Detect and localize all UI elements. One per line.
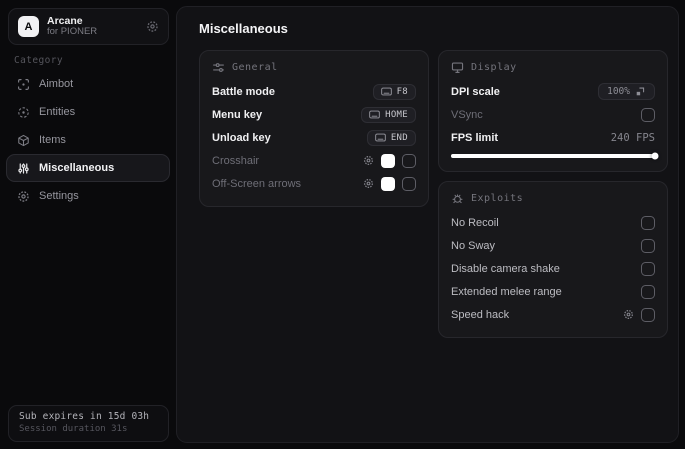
display-card-title: Display xyxy=(471,62,517,73)
items-icon xyxy=(17,134,30,147)
exploit-row: No Recoil xyxy=(451,211,655,234)
row-settings-gear-icon[interactable] xyxy=(363,155,374,166)
sliders-icon xyxy=(212,61,225,74)
exploit-row: No Sway xyxy=(451,234,655,257)
sidebar-item-label: Entities xyxy=(39,106,76,118)
setting-row: Battle mode F8 xyxy=(212,80,416,103)
sidebar-item-settings[interactable]: Settings xyxy=(6,182,170,210)
sub-expiry-text: Sub expires in 15d 03h xyxy=(19,411,150,422)
slider-knob[interactable] xyxy=(651,152,659,160)
sidebar-item-miscellaneous[interactable]: Miscellaneous xyxy=(6,154,170,182)
sidebar-item-items[interactable]: Items xyxy=(6,126,170,154)
exploit-checkbox[interactable] xyxy=(641,307,655,322)
sidebar-item-entities[interactable]: Entities xyxy=(6,98,170,126)
vsync-row: VSync xyxy=(451,103,655,126)
general-card: General Battle mode F8 Menu key HOME Unload … xyxy=(199,50,429,207)
scale-icon xyxy=(635,86,646,97)
sidebar-nav: Aimbot Entities Items Miscellaneous Settings xyxy=(6,70,170,210)
setting-checkbox[interactable] xyxy=(402,153,416,168)
dpi-scale-label: DPI scale xyxy=(451,85,500,98)
fps-limit-value: 240 FPS xyxy=(610,131,655,144)
keybind-value: END xyxy=(390,132,408,143)
fps-limit-slider[interactable] xyxy=(451,152,659,160)
color-swatch[interactable] xyxy=(381,153,395,168)
sidebar-item-label: Items xyxy=(39,134,66,146)
entities-icon xyxy=(17,106,30,119)
exploit-label: Extended melee range xyxy=(451,285,562,298)
app-window: A Arcane for PIONER Category Aimbot Entit… xyxy=(0,0,685,449)
setting-checkbox[interactable] xyxy=(402,176,416,191)
sidebar-item-aimbot[interactable]: Aimbot xyxy=(6,70,170,98)
keyboard-icon xyxy=(375,133,386,142)
sidebar-item-label: Settings xyxy=(39,190,79,202)
setting-label: Unload key xyxy=(212,131,271,144)
sidebar-item-label: Aimbot xyxy=(39,78,74,90)
exploit-checkbox[interactable] xyxy=(641,238,655,253)
setting-label: Off-Screen arrows xyxy=(212,177,302,190)
setting-row: Crosshair xyxy=(212,149,416,172)
exploits-card: Exploits No Recoil No Sway Disable camera … xyxy=(438,181,668,338)
sidebar: A Arcane for PIONER Category Aimbot Entit… xyxy=(0,0,176,449)
slider-fill xyxy=(451,154,655,158)
main-panel: Miscellaneous General Battle mode F8 Menu … xyxy=(176,6,679,443)
keybind-badge[interactable]: HOME xyxy=(361,106,416,123)
dpi-scale-row: DPI scale 100% xyxy=(451,80,655,103)
misc-icon xyxy=(17,162,30,175)
session-duration-text: Session duration 31s xyxy=(19,424,128,434)
setting-row: Unload key END xyxy=(212,126,416,149)
fps-limit-label: FPS limit xyxy=(451,131,499,144)
aimbot-icon xyxy=(17,78,30,91)
exploit-label: Disable camera shake xyxy=(451,262,560,275)
fps-limit-row: FPS limit 240 FPS xyxy=(451,126,655,149)
dpi-scale-select[interactable]: 100% xyxy=(598,83,655,100)
exploit-checkbox[interactable] xyxy=(641,261,655,276)
exploits-card-title: Exploits xyxy=(471,193,524,204)
page-title: Miscellaneous xyxy=(199,21,288,36)
setting-row: Menu key HOME xyxy=(212,103,416,126)
setting-label: Menu key xyxy=(212,108,263,121)
keybind-badge[interactable]: END xyxy=(366,129,416,146)
exploit-label: No Sway xyxy=(451,239,496,252)
category-label: Category xyxy=(14,55,63,66)
exploit-label: No Recoil xyxy=(451,216,499,229)
exploit-row: Disable camera shake xyxy=(451,257,655,280)
app-subtitle: for PIONER xyxy=(47,26,98,38)
exploit-row: Speed hack xyxy=(451,303,655,326)
exploit-label: Speed hack xyxy=(451,308,510,321)
setting-label: Battle mode xyxy=(212,85,275,98)
exploit-row: Extended melee range xyxy=(451,280,655,303)
general-card-title: General xyxy=(232,62,278,73)
exploit-checkbox[interactable] xyxy=(641,284,655,299)
app-header-card: A Arcane for PIONER xyxy=(8,8,169,45)
keybind-badge[interactable]: F8 xyxy=(372,83,416,100)
setting-label: Crosshair xyxy=(212,154,260,167)
keybind-value: HOME xyxy=(385,109,408,120)
keyboard-icon xyxy=(369,110,380,119)
exploit-checkbox[interactable] xyxy=(641,215,655,230)
gear-icon xyxy=(17,190,30,203)
vsync-label: VSync xyxy=(451,108,483,121)
row-settings-gear-icon[interactable] xyxy=(363,178,374,189)
monitor-icon xyxy=(451,61,464,74)
sidebar-item-label: Miscellaneous xyxy=(39,162,115,174)
keybind-value: F8 xyxy=(396,86,408,97)
dpi-scale-value: 100% xyxy=(607,86,630,97)
display-card: Display DPI scale 100% VSync FPS limit 2… xyxy=(438,50,668,172)
settings-gear-icon[interactable] xyxy=(146,20,159,33)
setting-row: Off-Screen arrows xyxy=(212,172,416,195)
bug-icon xyxy=(451,192,464,205)
color-swatch[interactable] xyxy=(381,176,395,191)
vsync-checkbox[interactable] xyxy=(641,107,655,122)
row-settings-gear-icon[interactable] xyxy=(623,309,634,320)
subscription-card: Sub expires in 15d 03h Session duration … xyxy=(8,405,169,442)
app-logo: A xyxy=(18,16,39,37)
keyboard-icon xyxy=(380,87,392,96)
